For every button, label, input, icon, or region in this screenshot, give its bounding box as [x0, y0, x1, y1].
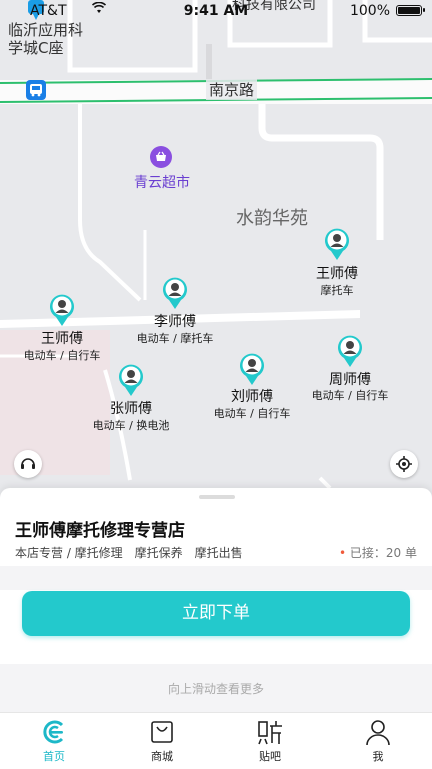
- shop-order-count: • 已接：20 单: [339, 546, 417, 560]
- shop-card[interactable]: 王师傅摩托修理专营店 本店专营 / 摩托修理 摩托保养 摩托出售 • 已接：20…: [0, 508, 432, 566]
- road-label-nanjing: 南京路: [206, 79, 258, 100]
- shop-description: 本店专营 / 摩托修理 摩托保养 摩托出售: [15, 546, 243, 560]
- mechanic-pin-icon[interactable]: [161, 276, 189, 310]
- tab-label: 首页: [43, 750, 65, 763]
- user-icon: [366, 720, 390, 746]
- shopping-basket-icon[interactable]: [150, 146, 172, 168]
- mechanic-pin-icon[interactable]: [48, 293, 76, 327]
- mechanic-pin-icon[interactable]: [117, 363, 145, 397]
- mechanic-name[interactable]: 王师傅: [41, 328, 83, 348]
- shopping-bag-icon: [151, 721, 173, 743]
- status-bar: AT&T 9:41 AM 100%: [0, 0, 432, 22]
- tab-label: 贴吧: [259, 750, 281, 763]
- shop-name: 王师傅摩托修理专营店: [15, 521, 185, 541]
- headset-icon: [21, 458, 35, 469]
- mechanic-name[interactable]: 王师傅: [316, 263, 358, 283]
- tab-home[interactable]: 首页: [0, 713, 108, 769]
- mechanic-name[interactable]: 张师傅: [110, 398, 152, 418]
- bus-stop-icon[interactable]: [26, 80, 46, 100]
- swipe-up-hint: 向上滑动查看更多: [167, 682, 264, 696]
- tab-bar: 首页 商城 贴吧 我: [0, 712, 432, 769]
- mechanic-name[interactable]: 刘师傅: [231, 386, 273, 406]
- mechanic-pin-icon[interactable]: [323, 227, 351, 261]
- mechanic-tags: 电动车 / 摩托车: [136, 332, 214, 345]
- mechanic-pin-icon[interactable]: [336, 334, 364, 368]
- tab-me[interactable]: 我: [324, 713, 432, 769]
- tab-label: 我: [372, 750, 384, 763]
- mechanic-name[interactable]: 周师傅: [329, 369, 371, 389]
- mechanic-tags: 摩托车: [320, 284, 354, 297]
- mechanic-tags: 电动车 / 自行车: [213, 407, 291, 420]
- forum-icon: [258, 721, 282, 745]
- battery-icon: [396, 5, 425, 16]
- customer-service-button[interactable]: [14, 450, 42, 478]
- tab-label: 商城: [151, 750, 173, 763]
- map-label-poi: 临沂应用科 学城C座: [8, 21, 84, 57]
- mechanic-name[interactable]: 李师傅: [154, 311, 196, 331]
- locate-icon: [396, 456, 412, 472]
- mechanic-tags: 电动车 / 自行车: [23, 349, 101, 362]
- order-now-button[interactable]: 立即下单: [22, 591, 410, 636]
- drag-handle[interactable]: [199, 495, 235, 499]
- home-logo-icon: [43, 720, 64, 744]
- battery-percent: 100%: [349, 3, 390, 19]
- dot-icon: •: [339, 546, 347, 560]
- tab-mall[interactable]: 商城: [108, 713, 216, 769]
- mechanic-tags: 电动车 / 自行车: [311, 389, 389, 402]
- locate-button[interactable]: [390, 450, 418, 478]
- mechanic-pin-icon[interactable]: [238, 352, 266, 386]
- divider: [0, 566, 432, 590]
- tab-forum[interactable]: 贴吧: [216, 713, 324, 769]
- map-label-area: 水韵华苑: [236, 208, 308, 229]
- map-label-market: 青云超市: [134, 175, 190, 191]
- mechanic-tags: 电动车 / 换电池: [92, 419, 170, 432]
